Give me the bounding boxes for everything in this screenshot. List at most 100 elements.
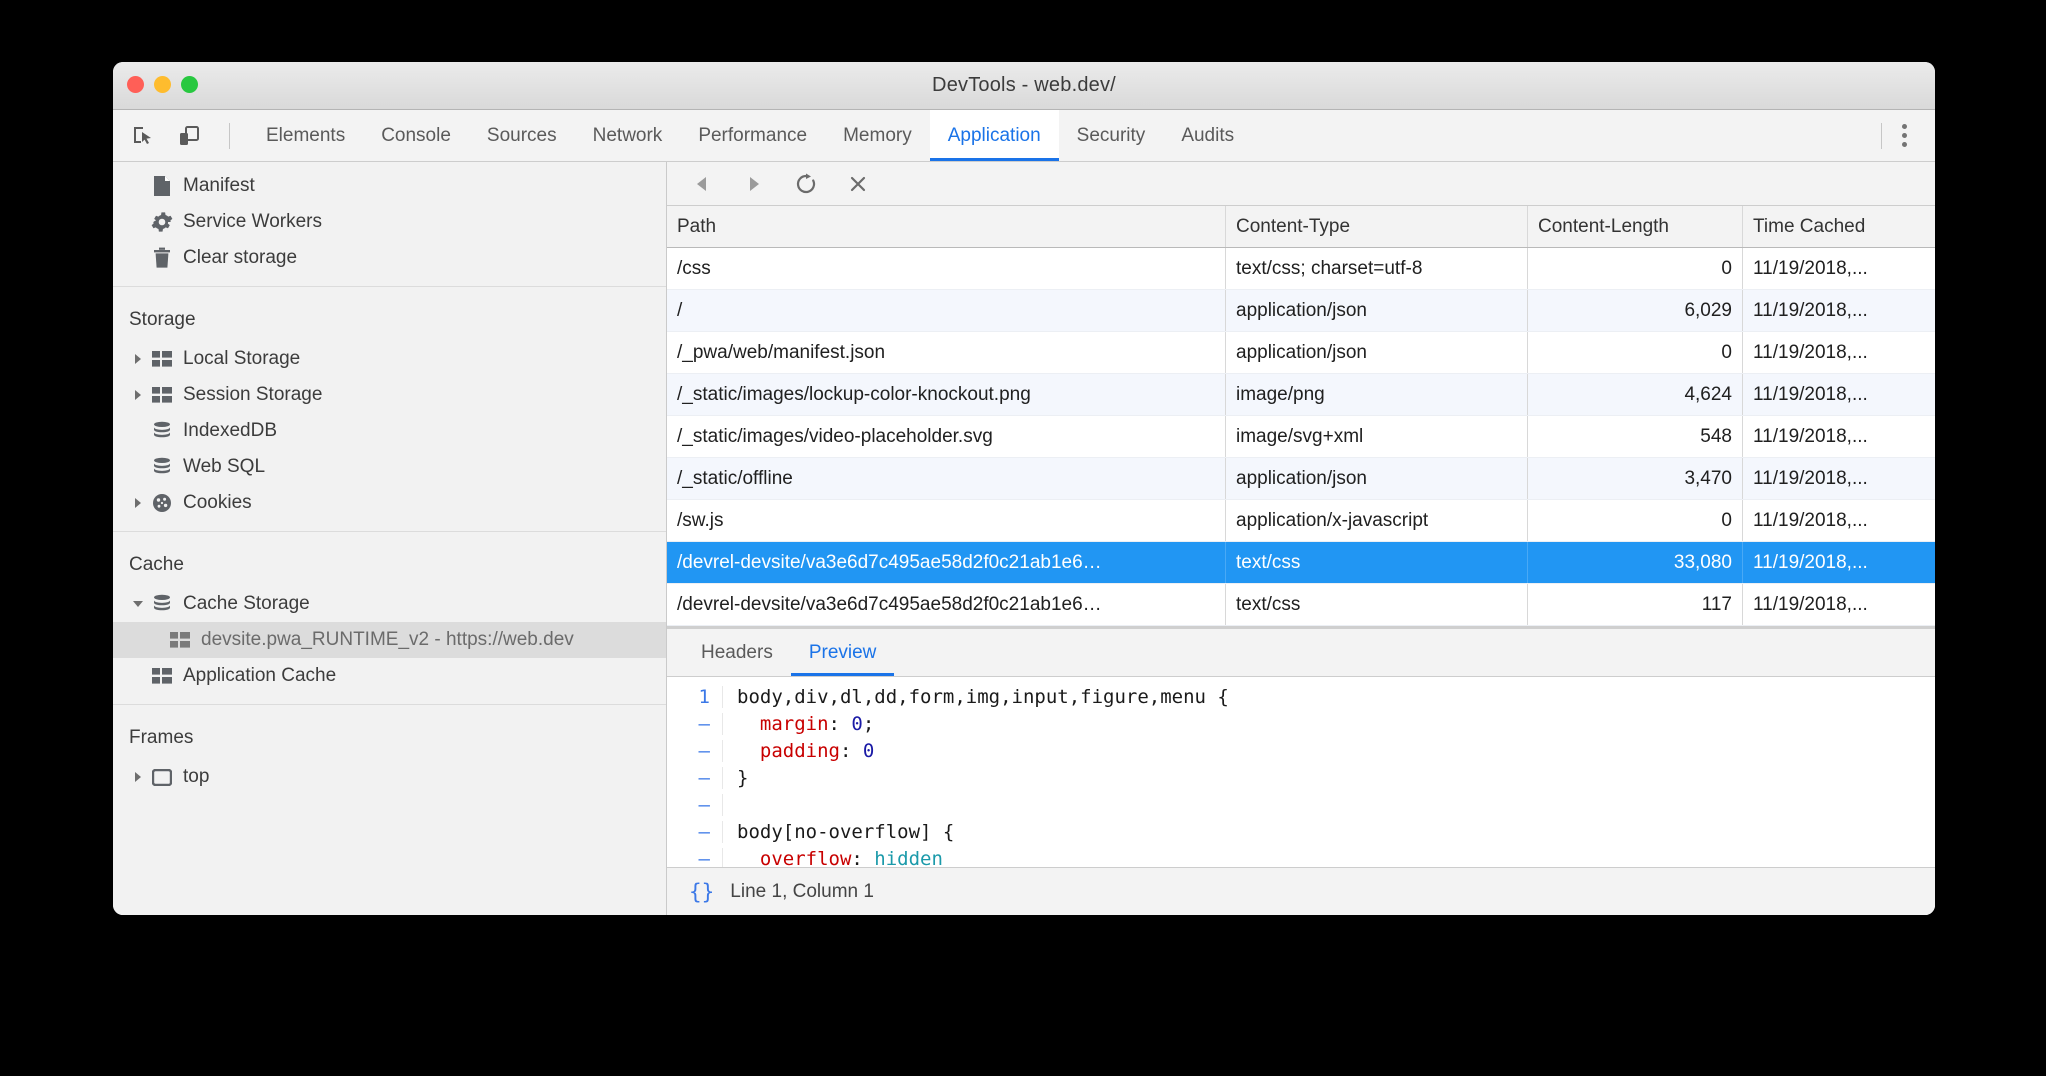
sidebar-item-application-cache[interactable]: Application Cache: [113, 658, 666, 694]
table-row[interactable]: /_static/images/video-placeholder.svg im…: [667, 416, 1935, 458]
cell-time-cached: 11/19/2018,...: [1743, 416, 1935, 457]
cell-content-length: 117: [1528, 584, 1743, 625]
cell-content-length: 3,470: [1528, 458, 1743, 499]
table-row[interactable]: / application/json 6,029 11/19/2018,...: [667, 290, 1935, 332]
sidebar-item-top-frame[interactable]: top: [113, 759, 666, 795]
tab-network[interactable]: Network: [575, 110, 681, 161]
devtools-tabbar: Elements Console Sources Network Perform…: [113, 110, 1935, 162]
code-token-number: 0: [851, 713, 862, 735]
column-header-content-length[interactable]: Content-Length: [1528, 206, 1743, 247]
traffic-lights: [127, 76, 198, 93]
line-number: –: [667, 794, 723, 816]
cell-content-type: image/png: [1226, 374, 1528, 415]
chevron-right-icon[interactable]: [129, 771, 147, 783]
tab-memory[interactable]: Memory: [825, 110, 930, 161]
tab-application[interactable]: Application: [930, 110, 1059, 161]
code-line: 1 body,div,dl,dd,form,img,input,figure,m…: [667, 683, 1935, 710]
forward-arrow-icon[interactable]: [741, 171, 767, 197]
column-header-path[interactable]: Path: [667, 206, 1226, 247]
code-token: ;: [863, 713, 874, 735]
code-line: – margin: 0;: [667, 710, 1935, 737]
cell-content-type: application/json: [1226, 458, 1528, 499]
sidebar-item-label: Cookies: [183, 492, 252, 514]
sidebar-item-indexeddb[interactable]: IndexedDB: [113, 413, 666, 449]
sidebar-item-label: top: [183, 766, 209, 788]
zoom-window-button[interactable]: [181, 76, 198, 93]
code-viewer[interactable]: 1 body,div,dl,dd,form,img,input,figure,m…: [667, 677, 1935, 867]
code-text: padding: 0: [723, 740, 874, 762]
sidebar-item-label: Local Storage: [183, 348, 300, 370]
table-row[interactable]: /devrel-devsite/va3e6d7c495ae58d2f0c21ab…: [667, 542, 1935, 584]
sidebar-item-web-sql[interactable]: Web SQL: [113, 449, 666, 485]
minimize-window-button[interactable]: [154, 76, 171, 93]
table-row[interactable]: /_static/images/lockup-color-knockout.pn…: [667, 374, 1935, 416]
tab-headers[interactable]: Headers: [683, 629, 791, 676]
column-header-content-type[interactable]: Content-Type: [1226, 206, 1528, 247]
code-text: body,div,dl,dd,form,img,input,figure,men…: [723, 686, 1229, 708]
tab-sources[interactable]: Sources: [469, 110, 575, 161]
sidebar-item-cookies[interactable]: Cookies: [113, 485, 666, 521]
window-titlebar: DevTools - web.dev/: [113, 62, 1935, 110]
window-title: DevTools - web.dev/: [113, 74, 1935, 97]
cell-path: /devrel-devsite/va3e6d7c495ae58d2f0c21ab…: [667, 584, 1226, 625]
cell-content-type: text/css; charset=utf-8: [1226, 248, 1528, 289]
code-line: – padding: 0: [667, 737, 1935, 764]
chevron-right-icon[interactable]: [129, 497, 147, 509]
delete-icon[interactable]: [845, 171, 871, 197]
code-line: – overflow: hidden: [667, 845, 1935, 867]
cell-path: /css: [667, 248, 1226, 289]
sidebar-item-service-workers[interactable]: Service Workers: [113, 204, 666, 240]
tab-console[interactable]: Console: [363, 110, 469, 161]
back-arrow-icon[interactable]: [689, 171, 715, 197]
cache-entries-grid[interactable]: Path Content-Type Content-Length Time Ca…: [667, 206, 1935, 626]
tabbar-divider: [1881, 123, 1882, 149]
column-header-time-cached[interactable]: Time Cached: [1743, 206, 1935, 247]
table-row[interactable]: /_static/offline application/json 3,470 …: [667, 458, 1935, 500]
cell-path: /devrel-devsite/va3e6d7c495ae58d2f0c21ab…: [667, 542, 1226, 583]
table-row[interactable]: /_pwa/web/manifest.json application/json…: [667, 332, 1935, 374]
code-line: – body[no-overflow] {: [667, 818, 1935, 845]
chevron-right-icon[interactable]: [129, 389, 147, 401]
pretty-print-braces-icon[interactable]: {}: [689, 880, 714, 904]
tab-performance[interactable]: Performance: [680, 110, 825, 161]
tab-audits[interactable]: Audits: [1163, 110, 1252, 161]
more-options-icon[interactable]: [1892, 116, 1917, 155]
tab-preview[interactable]: Preview: [791, 629, 895, 676]
line-number: –: [667, 767, 723, 789]
tab-security[interactable]: Security: [1059, 110, 1164, 161]
table-row[interactable]: /devrel-devsite/va3e6d7c495ae58d2f0c21ab…: [667, 584, 1935, 626]
line-number: –: [667, 713, 723, 735]
code-token-property: margin: [760, 713, 829, 735]
application-sidebar[interactable]: Manifest Service Workers Clear storage: [113, 162, 667, 915]
table-icon: [149, 351, 175, 367]
close-window-button[interactable]: [127, 76, 144, 93]
device-toolbar-icon[interactable]: [173, 120, 205, 152]
sidebar-item-session-storage[interactable]: Session Storage: [113, 377, 666, 413]
table-icon: [149, 668, 175, 684]
cell-path: /: [667, 290, 1226, 331]
cell-time-cached: 11/19/2018,...: [1743, 584, 1935, 625]
sidebar-item-cache-storage[interactable]: Cache Storage: [113, 586, 666, 622]
table-icon: [149, 387, 175, 403]
sidebar-item-label: Manifest: [183, 175, 255, 197]
inspect-element-icon[interactable]: [127, 120, 159, 152]
sidebar-item-clear-storage[interactable]: Clear storage: [113, 240, 666, 276]
chevron-down-icon[interactable]: [129, 599, 147, 609]
sidebar-item-devsite-cache[interactable]: devsite.pwa_RUNTIME_v2 - https://web.dev: [113, 622, 666, 658]
cookie-icon: [149, 493, 175, 513]
code-token: :: [840, 740, 863, 762]
table-row[interactable]: /css text/css; charset=utf-8 0 11/19/201…: [667, 248, 1935, 290]
code-token-property: overflow: [760, 848, 852, 868]
line-number: –: [667, 848, 723, 868]
sidebar-item-manifest[interactable]: Manifest: [113, 168, 666, 204]
refresh-icon[interactable]: [793, 171, 819, 197]
table-row[interactable]: /sw.js application/x-javascript 0 11/19/…: [667, 500, 1935, 542]
sidebar-item-local-storage[interactable]: Local Storage: [113, 341, 666, 377]
code-token: body[no-overflow] {: [737, 821, 954, 843]
chevron-right-icon[interactable]: [129, 353, 147, 365]
tab-elements[interactable]: Elements: [248, 110, 363, 161]
sidebar-group-storage: Storage Local Storage Session Storage: [113, 286, 666, 531]
cell-time-cached: 11/19/2018,...: [1743, 542, 1935, 583]
trash-icon: [149, 247, 175, 269]
code-text: overflow: hidden: [723, 848, 943, 868]
